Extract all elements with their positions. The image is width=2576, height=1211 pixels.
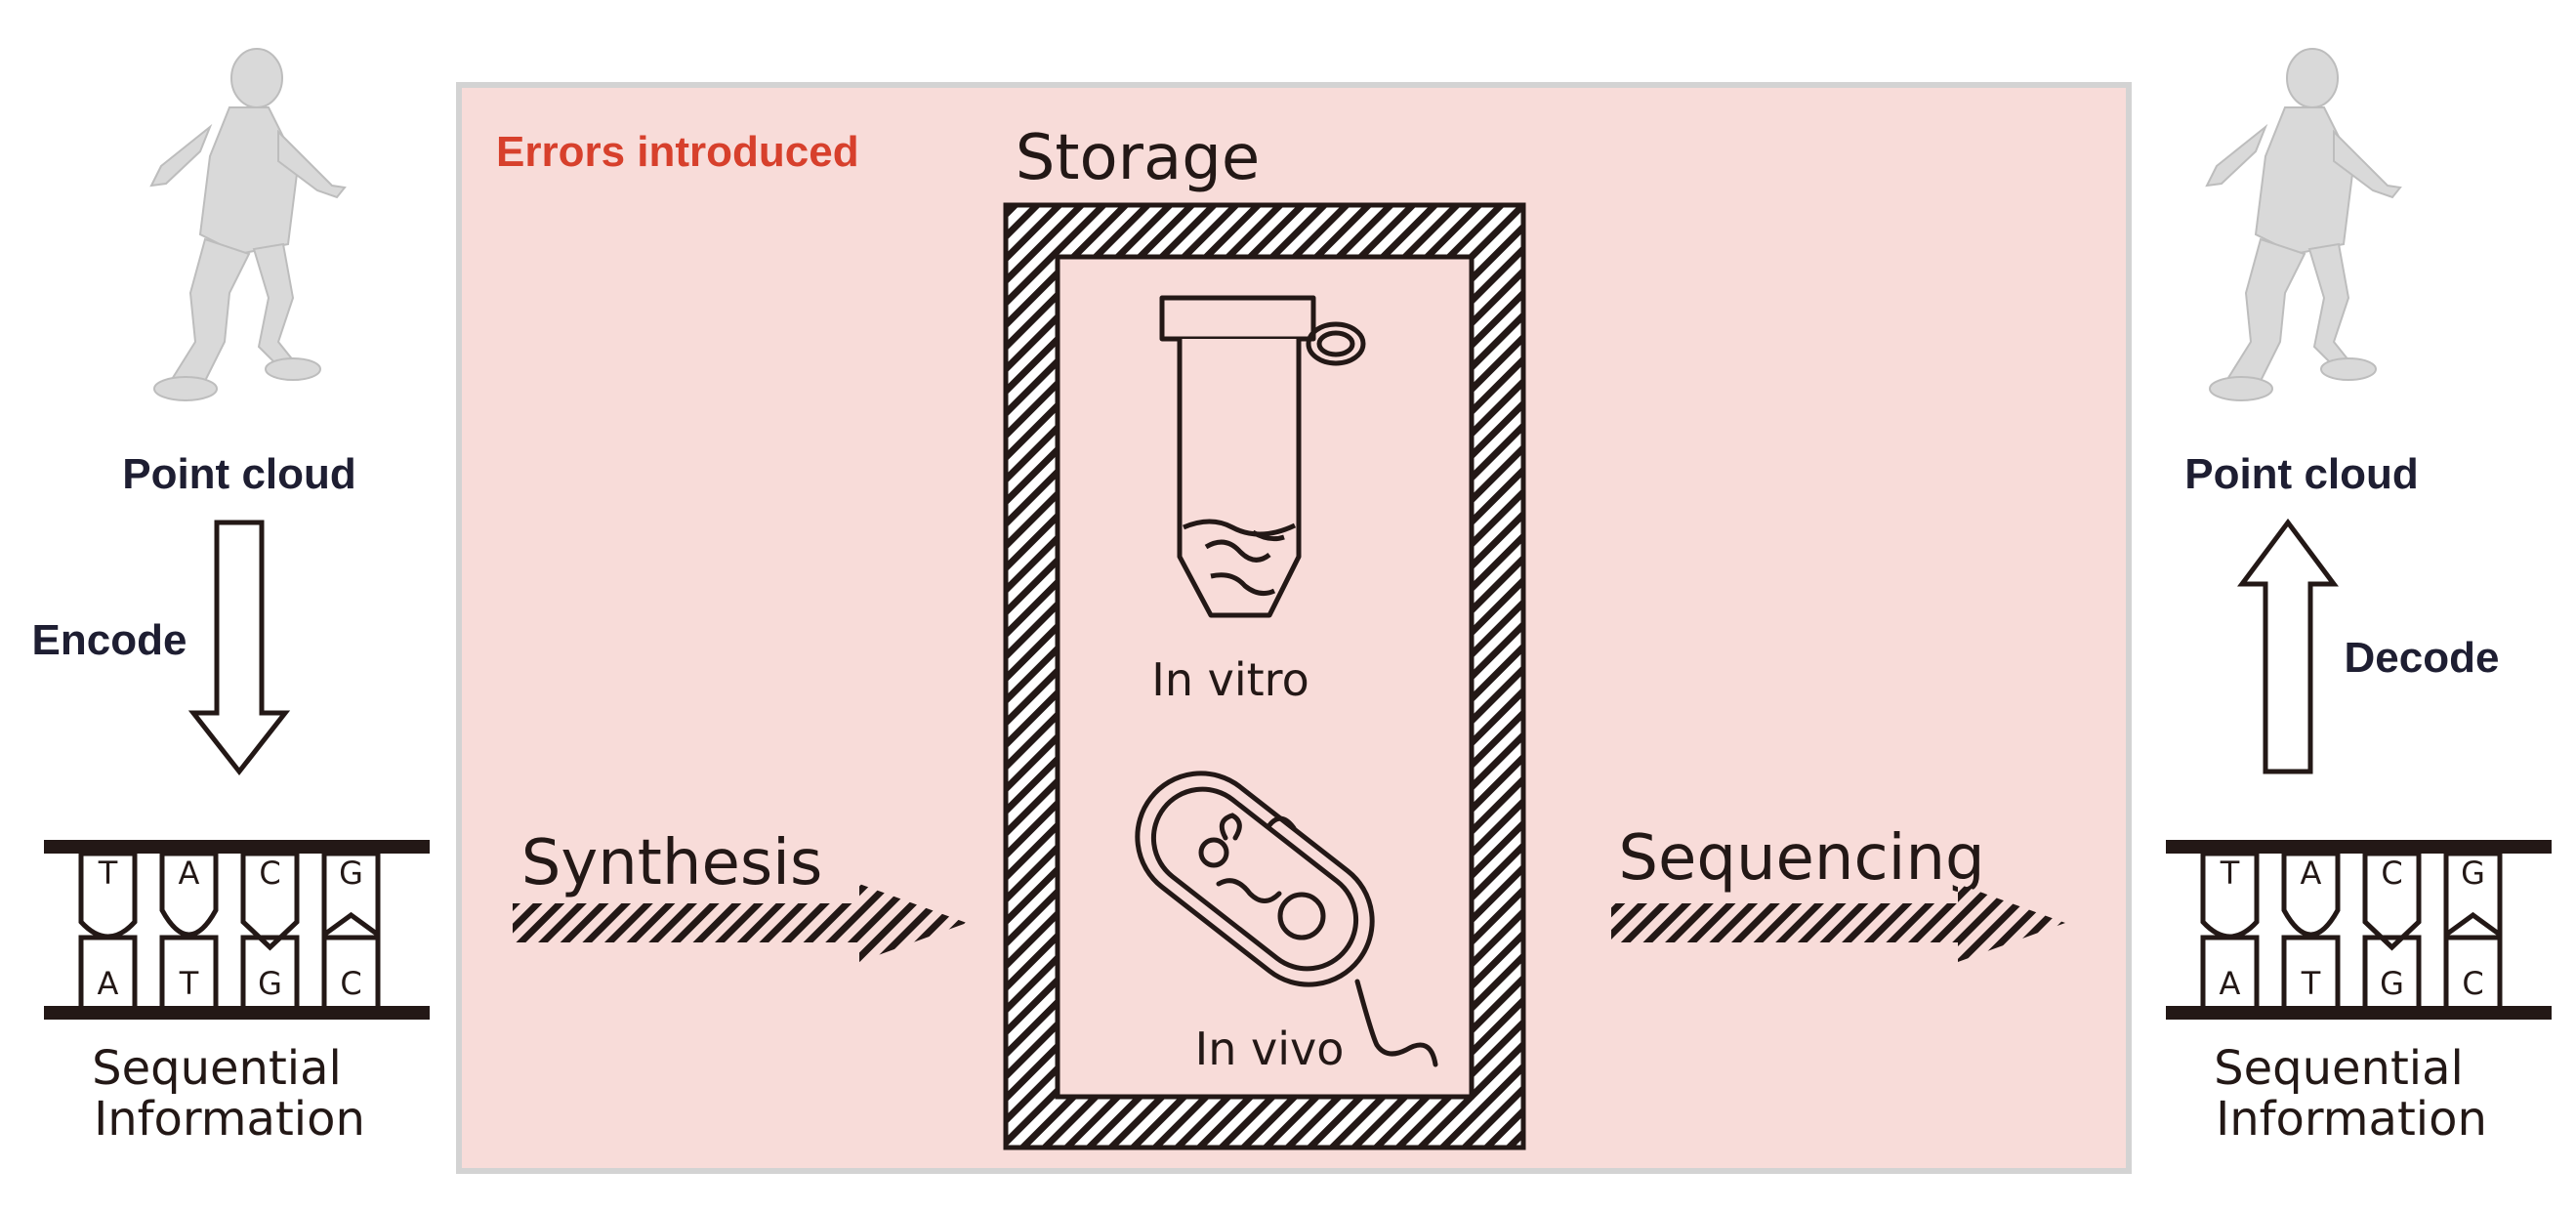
- dna-bottom-base-label: G: [2380, 965, 2404, 1002]
- dna-top-base-label: G: [339, 855, 363, 892]
- dna-bottom-base-label: A: [2220, 965, 2241, 1002]
- dna-top-base-label: C: [2381, 855, 2402, 892]
- dna-top-base-label: A: [2301, 855, 2322, 892]
- left-point-cloud-label: Point cloud: [122, 450, 356, 498]
- decode-label: Decode: [2345, 634, 2500, 682]
- left-info-label-line2: Information: [94, 1092, 365, 1147]
- right-point-cloud-label: Point cloud: [2184, 450, 2419, 498]
- dna-top-base-label: G: [2461, 855, 2485, 892]
- dna-top-base-label: C: [259, 855, 280, 892]
- in-vitro-label: In vitro: [1151, 653, 1309, 706]
- storage-label: Storage: [1016, 122, 1260, 194]
- decode-arrow-icon: [2237, 518, 2339, 774]
- dna-top-base-label: T: [2220, 855, 2240, 892]
- dna-bottom-base-label: C: [2462, 965, 2483, 1002]
- right-info-label-line1: Sequential: [2214, 1041, 2464, 1096]
- right-info-label-line2: Information: [2216, 1092, 2487, 1147]
- left-info-label-line1: Sequential: [92, 1041, 342, 1096]
- dna-bottom-backbone: [44, 1006, 430, 1020]
- in-vivo-label: In vivo: [1195, 1023, 1345, 1075]
- dna-bottom-base-label: A: [98, 965, 119, 1002]
- dna-bottom-base-label: G: [258, 965, 282, 1002]
- right-point-cloud-icon: [2205, 48, 2402, 401]
- dna-bottom-base-label: C: [340, 965, 361, 1002]
- dna-top-base-label: T: [98, 855, 118, 892]
- left-dna-ladder: T A A T C G G C: [44, 840, 430, 1020]
- sequencing-label: Sequencing: [1618, 822, 1984, 895]
- encode-label: Encode: [32, 616, 187, 664]
- dna-top-base-label: A: [179, 855, 200, 892]
- synthesis-label: Synthesis: [521, 827, 823, 899]
- pipeline-diagram: Errors introduced Point cloud Encode T A A…: [32, 48, 2552, 1174]
- dna-bottom-base-label: T: [2301, 965, 2321, 1002]
- dna-bottom-base-label: T: [179, 965, 199, 1002]
- left-point-cloud-icon: [149, 48, 347, 401]
- right-dna-ladder: T A A T C G G C: [2166, 840, 2552, 1020]
- dna-bottom-backbone: [2166, 1006, 2552, 1020]
- encode-arrow-icon: [187, 520, 291, 776]
- errors-introduced-label: Errors introduced: [496, 128, 859, 176]
